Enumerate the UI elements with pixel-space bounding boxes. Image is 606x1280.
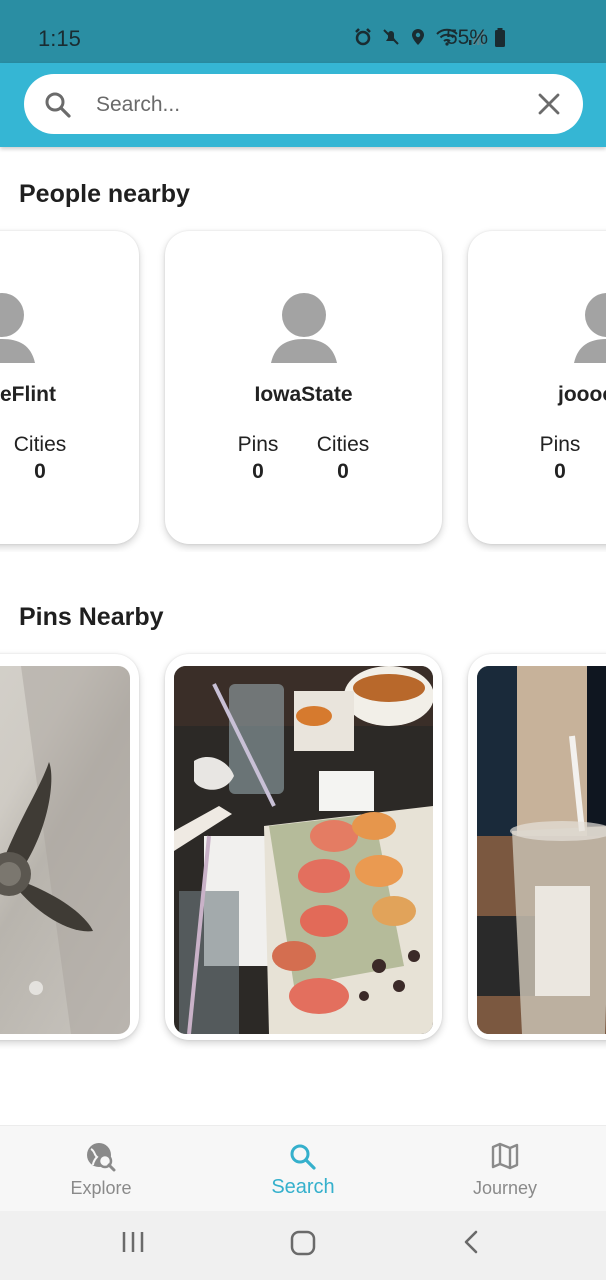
search-input[interactable] [94,74,518,136]
alarm-icon [355,28,371,46]
stat-value-cities: 0 [34,460,46,483]
nav-label-explore: Explore [70,1178,132,1198]
person-card[interactable]: eFlint Cities 0 [0,231,139,544]
search-header [0,63,606,147]
avatar-icon [0,293,35,363]
search-icon [44,91,72,124]
recent-apps-icon[interactable] [120,1229,146,1255]
pins-nearby-title: Pins Nearby [19,603,164,631]
stat-label-cities: Cities [316,433,370,456]
avatar-icon [271,293,337,363]
pin-photo-sushi [174,666,433,1034]
search-bar[interactable] [24,74,583,136]
pin-photo-ceiling-fan [0,666,130,1034]
stat-label-cities: Cities [13,433,67,456]
nav-search[interactable]: Search [202,1126,404,1212]
pin-card[interactable] [468,654,606,1040]
pin-photo-iced-coffee [477,666,606,1034]
pin-card[interactable] [0,654,139,1040]
pins-carousel[interactable] [0,648,606,1050]
stat-label-pins: Pins [237,433,279,456]
bottom-nav: Explore Search Journey [0,1125,606,1212]
nav-label-journey: Journey [472,1178,538,1198]
status-bar: 1:15 55% [0,0,606,63]
person-name: IowaState [254,383,353,406]
people-carousel[interactable]: eFlint Cities 0 IowaState Pins 0 Cities … [0,226,606,552]
nav-explore[interactable]: Explore [0,1126,202,1212]
system-nav-bar [0,1211,606,1280]
person-name: joooo [558,383,606,406]
person-name: eFlint [0,383,56,406]
stat-value-pins: 0 [252,460,264,483]
pin-card[interactable] [165,654,442,1040]
search-icon [290,1144,316,1170]
stat-value-pins: 0 [554,460,566,483]
map-icon [491,1142,519,1170]
person-card[interactable]: IowaState Pins 0 Cities 0 [165,231,442,544]
back-icon[interactable] [461,1229,483,1255]
avatar-icon [574,293,606,363]
globe-search-icon [87,1143,116,1172]
location-icon [412,29,424,45]
people-nearby-title: People nearby [19,180,190,208]
status-time: 1:15 [38,26,81,51]
person-card[interactable]: joooo Pins 0 [468,231,606,544]
battery-percent: 55% [445,26,488,49]
mute-icon [383,29,399,45]
battery-icon [495,28,505,47]
close-icon[interactable] [537,92,561,121]
stat-label-pins: Pins [539,433,581,456]
stat-value-cities: 0 [337,460,349,483]
home-icon[interactable] [289,1229,317,1257]
nav-label-search: Search [271,1176,335,1198]
nav-journey[interactable]: Journey [404,1126,606,1212]
